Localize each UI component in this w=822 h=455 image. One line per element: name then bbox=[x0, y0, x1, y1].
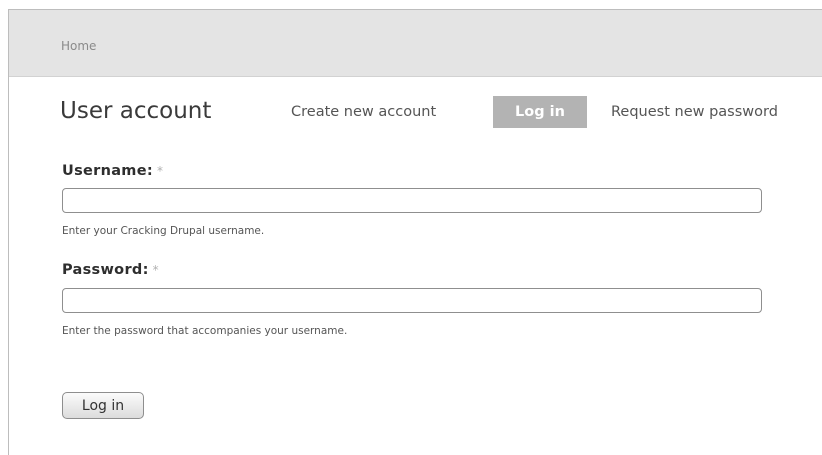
password-label: Password: * bbox=[62, 262, 159, 278]
page-frame: Home User account Create new account Log… bbox=[8, 9, 822, 455]
password-required-mark: * bbox=[152, 263, 159, 277]
tab-request-new-password[interactable]: Request new password bbox=[611, 96, 778, 128]
password-label-text: Password: bbox=[62, 262, 149, 278]
username-label-text: Username: bbox=[62, 163, 153, 179]
username-label: Username: * bbox=[62, 163, 163, 179]
password-input[interactable] bbox=[62, 288, 762, 313]
password-description: Enter the password that accompanies your… bbox=[62, 325, 348, 337]
tab-create-new-account[interactable]: Create new account bbox=[291, 96, 436, 128]
login-submit-button[interactable]: Log in bbox=[62, 392, 144, 419]
tab-log-in[interactable]: Log in bbox=[493, 96, 587, 128]
breadcrumb-home-link[interactable]: Home bbox=[61, 39, 96, 53]
page-title: User account bbox=[60, 98, 212, 124]
username-input[interactable] bbox=[62, 188, 762, 213]
username-description: Enter your Cracking Drupal username. bbox=[62, 225, 265, 237]
username-required-mark: * bbox=[156, 164, 164, 178]
site-header: Home bbox=[9, 10, 822, 77]
